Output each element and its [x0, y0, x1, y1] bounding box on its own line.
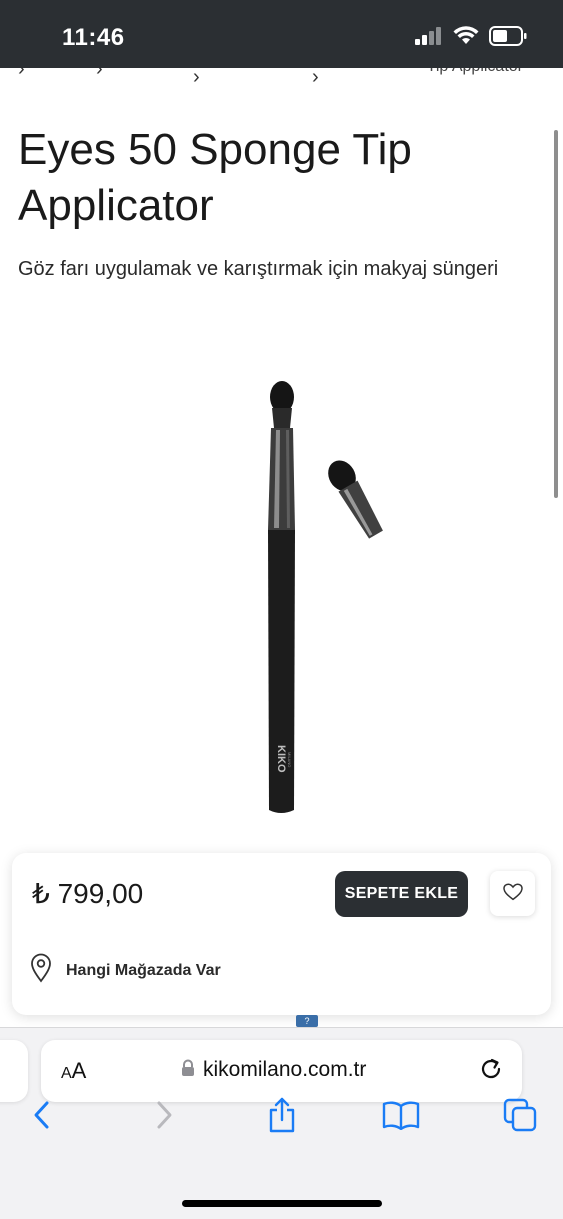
share-button[interactable]	[259, 1094, 305, 1140]
chevron-right-icon	[154, 1100, 174, 1135]
status-icons	[415, 26, 527, 51]
address-bar[interactable]: AA kikomilano.com.tr	[41, 1040, 522, 1102]
brush-brand-sub: MILANO	[287, 752, 292, 767]
book-icon	[382, 1100, 420, 1135]
breadcrumb-chevron-icon: ›	[312, 68, 319, 88]
url-text: kikomilano.com.tr	[203, 1058, 367, 1081]
home-indicator[interactable]	[182, 1200, 382, 1207]
bookmarks-button[interactable]	[378, 1094, 424, 1140]
forward-button[interactable]	[141, 1094, 187, 1140]
applicator-tip-image	[328, 460, 383, 539]
add-to-cart-button[interactable]: SEPETE EKLE	[335, 871, 468, 917]
status-bar: 11:46	[0, 0, 563, 68]
lock-icon	[181, 1059, 195, 1082]
wishlist-button[interactable]	[490, 871, 535, 916]
back-button[interactable]	[19, 1094, 65, 1140]
product-price: ₺ 799,00	[32, 878, 144, 909]
previous-tab-preview[interactable]	[0, 1040, 28, 1102]
breadcrumb-chevron-icon: ›	[18, 68, 25, 80]
product-subtitle: Göz farı uygulamak ve karıştırmak için m…	[18, 258, 499, 280]
tabs-icon	[503, 1098, 537, 1137]
page-title: Eyes 50 Sponge Tip Applicator	[18, 125, 412, 230]
reader-settings-button[interactable]: AA	[61, 1058, 86, 1084]
product-image[interactable]: KIKO MILANO	[0, 360, 563, 830]
store-availability-link[interactable]: Hangi Mağazada Var	[30, 953, 221, 988]
signal-icon	[415, 27, 443, 50]
brush-brand-label: KIKO	[275, 745, 287, 773]
applicator-main-image: KIKO MILANO	[268, 381, 295, 813]
share-icon	[267, 1097, 297, 1138]
wifi-icon	[453, 26, 479, 51]
url-display[interactable]: kikomilano.com.tr	[181, 1058, 366, 1082]
purchase-card: ₺ 799,00 SEPETE EKLE Hangi Mağazada Var	[12, 853, 551, 1015]
breadcrumb: › › › › Tip Applicator	[0, 68, 563, 90]
reload-icon	[478, 1058, 504, 1086]
aa-small-label: A	[61, 1065, 72, 1082]
heart-icon	[502, 883, 523, 904]
breadcrumb-chevron-icon: ›	[96, 68, 103, 80]
store-availability-label: Hangi Mağazada Var	[66, 961, 221, 979]
aa-large-label: A	[71, 1058, 87, 1083]
chevron-left-icon	[32, 1100, 52, 1135]
location-pin-icon	[30, 953, 52, 988]
status-time: 11:46	[62, 24, 125, 51]
reload-button[interactable]	[478, 1056, 504, 1087]
breadcrumb-current[interactable]: Tip Applicator	[427, 68, 523, 76]
breadcrumb-chevron-icon: ›	[193, 68, 200, 88]
help-badge[interactable]: ?	[296, 1015, 318, 1027]
battery-icon	[489, 26, 527, 51]
tabs-button[interactable]	[497, 1094, 543, 1140]
